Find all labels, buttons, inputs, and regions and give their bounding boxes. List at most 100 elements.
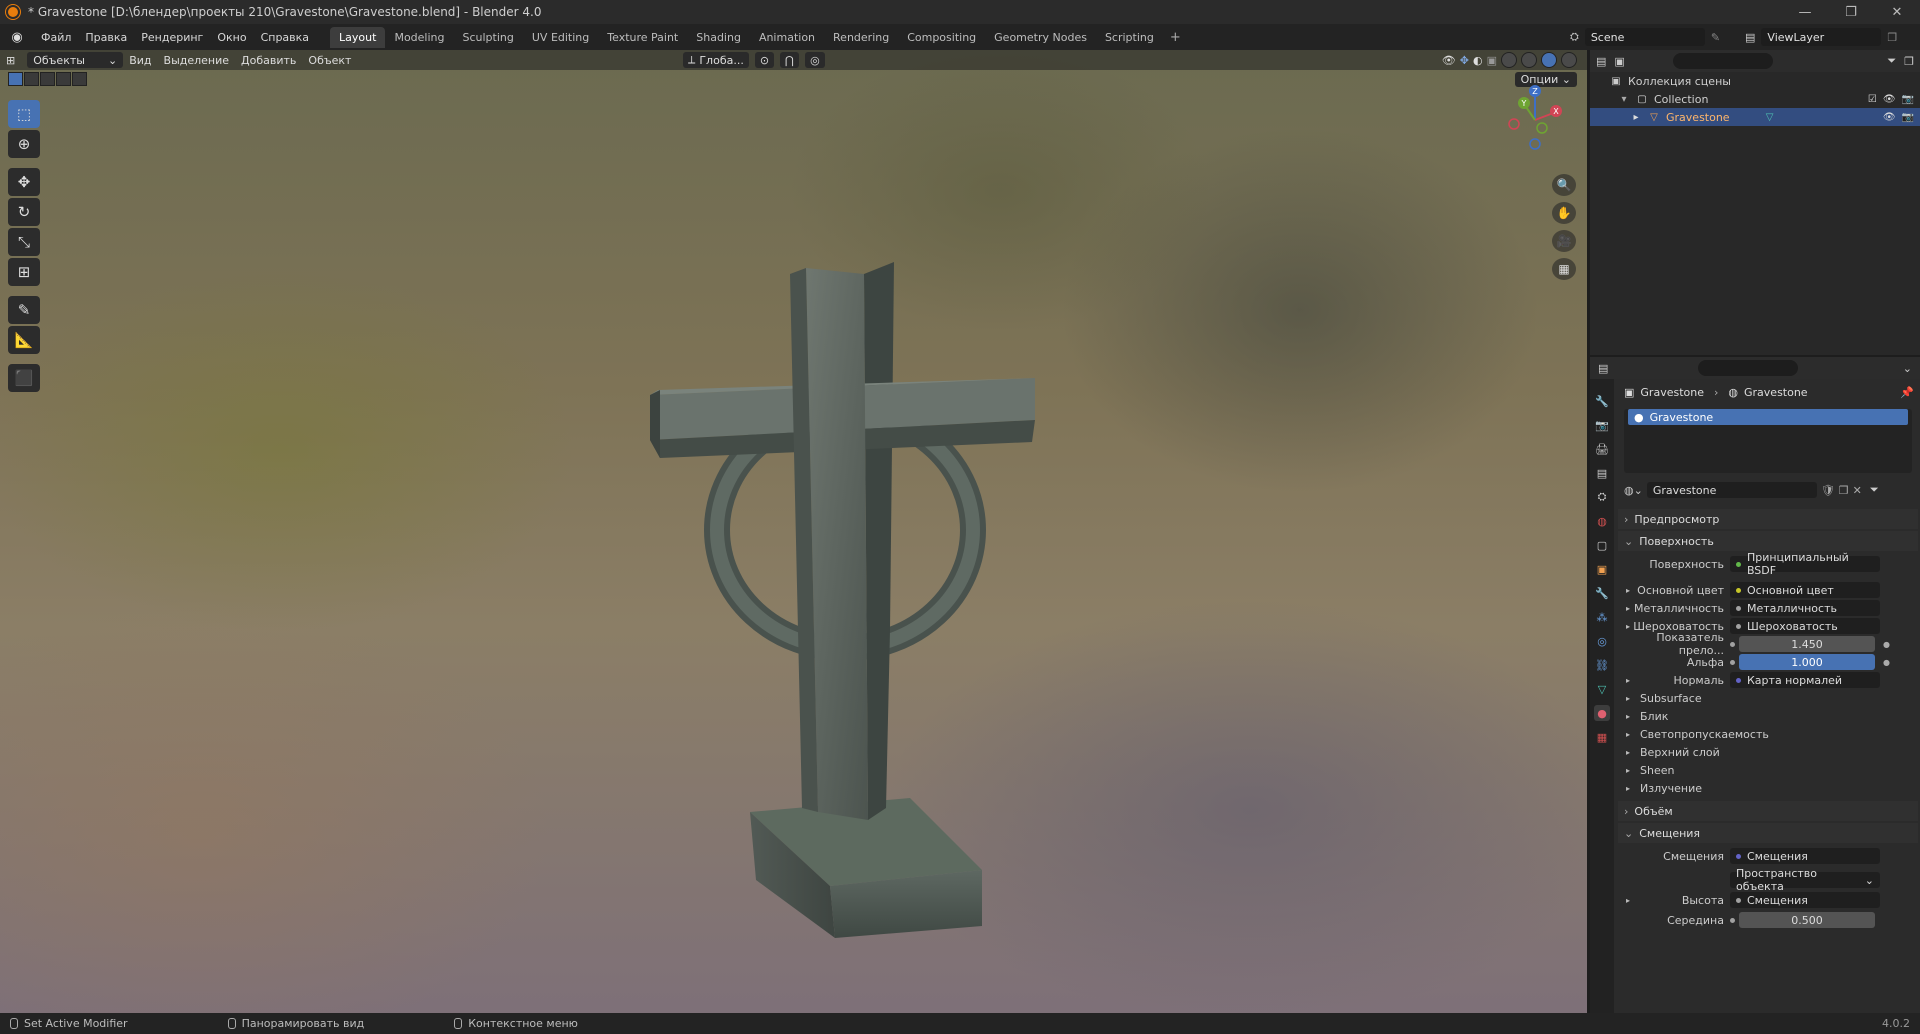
menu-object[interactable]: Объект [302,54,357,67]
select-box-tool[interactable]: ⬚ [8,100,40,128]
world-tab-icon[interactable]: ◍ [1594,513,1610,529]
select-invert-button[interactable] [56,72,71,86]
roughness-field[interactable]: Шероховатость [1730,618,1880,634]
material-slot-item[interactable]: ● Gravestone [1628,409,1908,425]
expand-arrow-icon[interactable]: ▸ [1626,604,1630,613]
wireframe-shading-button[interactable] [1501,52,1517,68]
transform-tool[interactable]: ⊞ [8,258,40,286]
new-view-layer-icon[interactable]: ❐ [1887,31,1897,44]
expand-arrow-icon[interactable]: ▸ [1630,111,1642,123]
tool-tab-icon[interactable]: 🔧 [1594,393,1610,409]
tab-rendering[interactable]: Rendering [824,27,898,48]
alpha-slider[interactable]: 1.000 [1739,654,1875,670]
visibility-icon[interactable]: 👁 [1442,54,1456,67]
subpanel-subsurface[interactable]: ▸ Subsurface [1618,689,1918,707]
scene-tab-icon[interactable]: ⛭ [1594,489,1610,505]
solid-shading-button[interactable] [1521,52,1537,68]
menu-view[interactable]: Вид [123,54,157,67]
measure-tool[interactable]: 📐 [8,326,40,354]
gizmo-toggle-icon[interactable]: ✥ [1460,54,1469,67]
expand-arrow-icon[interactable]: ▸ [1626,586,1630,595]
expand-arrow-icon[interactable]: ▸ [1626,622,1630,631]
height-field[interactable]: Смещения [1730,892,1880,908]
view-layer-tab-icon[interactable]: ▤ [1594,465,1610,481]
editor-type-icon[interactable]: ⊞ [0,54,21,67]
select-extend-button[interactable] [24,72,39,86]
checkbox-icon[interactable]: ☑ [1868,94,1877,105]
menu-add[interactable]: Добавить [235,54,302,67]
chevron-down-icon[interactable]: ⌄ [1903,362,1912,375]
3d-viewport[interactable]: ⊞ Объекты ⌄ Вид Выделение Добавить Объек… [0,50,1587,1013]
subpanel-transmission[interactable]: ▸ Светопропускаемость [1618,725,1918,743]
interaction-mode-dropdown[interactable]: Объекты ⌄ [27,52,124,68]
navigation-gizmo[interactable]: Z X Y [1500,82,1570,152]
tab-uv-editing[interactable]: UV Editing [523,27,598,48]
pan-hand-icon[interactable]: ✋ [1552,202,1576,224]
ior-slider[interactable]: 1.450 [1739,636,1875,652]
scene-name-field[interactable]: Scene [1584,28,1705,46]
expand-arrow-icon[interactable]: ▾ [1618,93,1630,105]
tab-texture-paint[interactable]: Texture Paint [598,27,687,48]
panel-volume[interactable]: › Объём [1618,801,1918,821]
rotate-tool[interactable]: ↻ [8,198,40,226]
metallic-field[interactable]: Металличность [1730,600,1880,616]
orientation-dropdown[interactable]: ⟂ Глоба... [683,52,749,68]
physics-tab-icon[interactable]: ◎ [1594,633,1610,649]
pin-scene-icon[interactable]: ✎ [1711,31,1720,44]
modifier-tab-icon[interactable]: 🔧 [1594,585,1610,601]
gizmo-neg-x-axis[interactable] [1508,118,1520,130]
properties-search-input[interactable] [1698,360,1799,376]
panel-surface[interactable]: ⌄ Поверхность [1618,531,1918,551]
subpanel-coat[interactable]: ▸ Верхний слой [1618,743,1918,761]
zoom-icon[interactable]: 🔍 [1552,174,1576,196]
select-new-button[interactable] [8,72,23,86]
eye-icon[interactable]: 👁 [1883,94,1896,105]
outliner-search-input[interactable] [1672,53,1773,69]
rendered-shading-button[interactable] [1561,52,1577,68]
overlay-toggle-icon[interactable]: ◐ [1473,54,1483,67]
editor-type-icon[interactable]: ▤ [1598,362,1608,375]
menu-select[interactable]: Выделение [158,54,236,67]
eye-icon[interactable]: 👁 [1883,112,1896,123]
camera-view-icon[interactable]: 🎥 [1552,230,1576,252]
menu-render[interactable]: Рендеринг [134,31,210,44]
new-collection-icon[interactable]: ❐ [1904,55,1914,68]
proportional-edit-toggle[interactable]: ◎ [805,52,825,68]
tab-geometry-nodes[interactable]: Geometry Nodes [985,27,1096,48]
gizmo-neg-y-axis[interactable] [1536,122,1548,134]
outliner-row-collection[interactable]: ▾ ▢ Collection ☑ 👁 📷 [1590,90,1920,108]
output-tab-icon[interactable]: 🖨 [1594,441,1610,457]
menu-help[interactable]: Справка [254,31,316,44]
unlink-material-icon[interactable]: ✕ [1853,484,1862,497]
blender-menu-icon[interactable]: ◉ [8,28,26,46]
duplicate-material-icon[interactable]: ❐ [1839,484,1849,497]
material-tab-icon[interactable]: ● [1594,705,1610,721]
subpanel-specular[interactable]: ▸ Блик [1618,707,1918,725]
collection-tab-icon[interactable]: ▢ [1594,537,1610,553]
pin-icon[interactable]: 📌 [1900,386,1914,399]
material-name-field[interactable]: Gravestone [1646,482,1817,498]
gravestone-model[interactable] [650,260,1050,940]
cursor-tool[interactable]: ⊕ [8,130,40,158]
keyframe-dot-icon[interactable]: ● [1883,640,1890,649]
camera-icon[interactable]: 📷 [1902,94,1914,105]
object-tab-icon[interactable]: ▣ [1594,561,1610,577]
tab-compositing[interactable]: Compositing [898,27,985,48]
view-layer-selector[interactable]: ▤ ViewLayer ❐ [1745,27,1915,47]
add-cube-tool[interactable]: ⬛ [8,364,40,392]
base-color-field[interactable]: Основной цвет [1730,582,1880,598]
displacement-field[interactable]: Смещения [1730,848,1880,864]
menu-edit[interactable]: Правка [78,31,134,44]
minimize-button[interactable]: — [1782,0,1828,24]
select-intersect-button[interactable] [72,72,87,86]
close-button[interactable]: ✕ [1874,0,1920,24]
material-slot-list[interactable]: ● Gravestone [1624,409,1912,473]
tab-scripting[interactable]: Scripting [1096,27,1163,48]
display-mode-icon[interactable]: ▣ [1614,55,1624,68]
subpanel-emission[interactable]: ▸ Излучение [1618,779,1918,797]
snap-toggle[interactable]: ⋂ [780,52,800,68]
material-browse-icon[interactable]: ◍⌄ [1624,484,1643,497]
annotate-tool[interactable]: ✎ [8,296,40,324]
scale-tool[interactable]: ⤡ [8,228,40,256]
pivot-dropdown[interactable]: ⊙ [754,52,775,68]
